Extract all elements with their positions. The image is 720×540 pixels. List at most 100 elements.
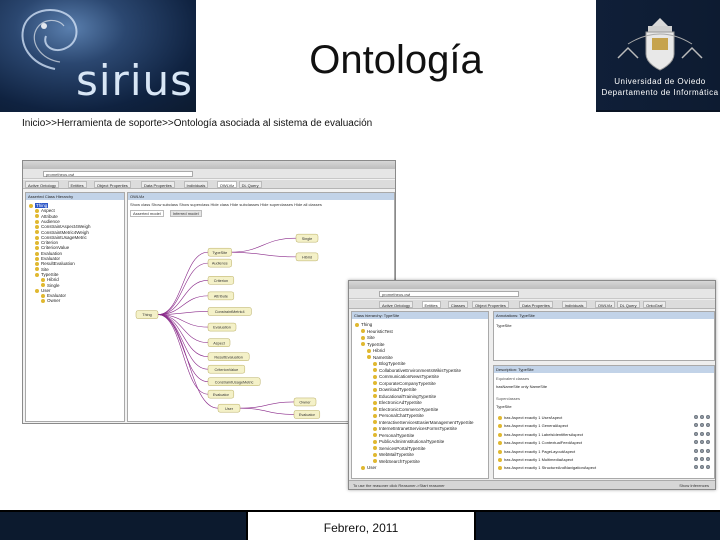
edit-icon[interactable] (706, 423, 710, 428)
tab-object-properties[interactable]: Object Properties (472, 301, 509, 308)
info-icon[interactable] (694, 431, 698, 436)
restriction-row[interactable]: has Aspect exactly 1 StructureAndNavigat… (496, 464, 712, 471)
tab-entities[interactable]: Entities (421, 301, 441, 308)
restriction-row[interactable]: has Aspect exactly 1 GeneralAspect (496, 422, 712, 429)
info-icon[interactable] (694, 440, 698, 445)
graph-node[interactable]: TypeSite (207, 247, 232, 257)
edit-icon[interactable] (706, 457, 710, 461)
tree-item[interactable]: ElectronicAdTypeSite (373, 400, 422, 406)
tab-dl-query[interactable]: DL Query (616, 301, 640, 308)
tree-item[interactable]: EducationalTrainingTypeSite (373, 394, 436, 400)
tree-item[interactable]: Hibrid (367, 348, 385, 354)
graph-node[interactable]: Thing (135, 310, 159, 319)
tree-item[interactable]: User (361, 465, 377, 471)
tab-individuals[interactable]: Individuals (561, 301, 587, 308)
graph-node[interactable]: User (217, 403, 241, 413)
tab-classes[interactable]: Classes (447, 301, 469, 308)
graph-node[interactable]: Criterion (207, 276, 235, 285)
restriction-row[interactable]: has Aspect exactly 1 UserAspect (496, 414, 712, 421)
tab-owlviz[interactable]: OWLViz (216, 181, 238, 188)
tree-item[interactable]: CorporateCompanyTypeSite (373, 381, 436, 387)
class-icon (498, 457, 502, 462)
info-icon[interactable] (694, 465, 698, 470)
delete-icon[interactable] (700, 440, 704, 445)
tree-item-label: Hibrid (373, 348, 385, 353)
graph-tab-asserted-model[interactable]: Asserted model (130, 210, 164, 217)
graph-node[interactable]: Single (295, 233, 319, 243)
graph-node[interactable]: CriterionValue (207, 364, 246, 374)
tree-item[interactable]: TypeSite (361, 342, 385, 348)
edit-icon[interactable] (706, 440, 710, 445)
edit-icon[interactable] (706, 431, 710, 436)
restriction-row[interactable]: has Aspect exactly 1 LabelsIdentifiersAs… (496, 431, 712, 438)
delete-icon[interactable] (700, 431, 704, 436)
delete-icon[interactable] (700, 415, 704, 419)
graph-node[interactable]: ConstraintUsageMetric (207, 377, 261, 386)
tree-item[interactable]: CommunicationNewsTypeSite (373, 374, 439, 380)
show-inferences-checkbox[interactable]: Show Inferences (679, 481, 709, 489)
info-icon[interactable] (694, 415, 698, 419)
url-field[interactable]: prometheus.owl (43, 171, 193, 177)
tab-entities[interactable]: Entities (67, 181, 87, 188)
tab-ontograf[interactable]: OntoGraf (643, 301, 666, 308)
edit-icon[interactable] (706, 415, 710, 419)
tree-item[interactable]: DownloadTypeSite (373, 387, 417, 393)
tree-item[interactable]: InternetIntranetServicesFormsTypeSite (373, 426, 457, 432)
delete-icon[interactable] (700, 465, 704, 470)
restriction-row[interactable]: has Aspect exactly 1 ContextualFeedAspec… (496, 439, 712, 446)
tree-item[interactable]: CollaborativeEnvironmentsWikisTypeSite (373, 368, 461, 374)
tab-owlviz[interactable]: OWLViz (594, 301, 616, 308)
tree-item-label: CriterionValue (41, 245, 70, 251)
tab-dl-query[interactable]: DL Query (238, 181, 262, 188)
tab-individuals[interactable]: Individuals (183, 181, 209, 188)
info-icon[interactable] (694, 457, 698, 461)
graph-node[interactable]: Owner (293, 397, 317, 407)
tree-item[interactable]: Site (361, 335, 375, 341)
tree-item[interactable]: ServicesPortalTypeSite (373, 446, 426, 452)
restriction-text: has Aspect exactly 1 UserAspect (504, 415, 563, 420)
info-icon[interactable] (694, 448, 698, 453)
tree-item[interactable]: PublicAdminInstitutionalTypeSite (373, 439, 444, 445)
graph-node[interactable]: Aspect (207, 338, 231, 347)
tree-item[interactable]: BlogTypeSite (373, 361, 406, 367)
superclass-value[interactable]: TypeSite (496, 403, 712, 410)
tab-active-ontology[interactable]: Active Ontology (379, 301, 414, 308)
restriction-row[interactable]: has Aspect exactly 1 MultimediaAspect (496, 456, 712, 463)
graph-node[interactable]: Evaluation (207, 322, 237, 332)
graph-node[interactable]: Attribute (207, 291, 235, 301)
graph-node[interactable]: Evaluator (207, 389, 235, 399)
restriction-row[interactable]: has Aspect exactly 1 PageLayoutAspect (496, 448, 712, 455)
graph-node[interactable]: ConstraintMetric4 (207, 307, 252, 316)
graph-tab-inferred-model[interactable]: Inferred model (169, 210, 202, 217)
graph-tabs[interactable]: Asserted model Inferred model (130, 210, 208, 217)
delete-icon[interactable] (700, 448, 704, 453)
info-icon[interactable] (694, 423, 698, 428)
graph-node[interactable]: Hibrid (295, 252, 319, 262)
graph-node[interactable]: Evaluator (293, 410, 321, 419)
edit-icon[interactable] (706, 465, 710, 470)
graph-node[interactable]: ResultEvaluation (207, 352, 250, 361)
tree-item[interactable]: InteractiveServicesEasierManagementTypeS… (373, 420, 474, 426)
url-field[interactable]: prometheus.owl (379, 291, 519, 297)
edit-icon[interactable] (706, 448, 710, 453)
tree-item[interactable]: Owner (41, 298, 60, 304)
equivalent-class-value[interactable]: hasNameSite only NameSite (496, 383, 712, 390)
graph-toolbar[interactable]: Show class Show subclass Show superclass… (130, 202, 322, 207)
tab-object-properties[interactable]: Object Properties (93, 181, 131, 188)
tree-item[interactable]: NameSite (367, 355, 393, 361)
tree-item[interactable]: PersonalChatTypeSite (373, 413, 424, 419)
tree-item-label: Evaluation (41, 250, 63, 256)
breadcrumb[interactable]: Inicio>>Herramienta de soporte>>Ontologí… (22, 118, 372, 129)
tree-item[interactable]: WebSearchTypeSite (373, 459, 420, 465)
tree-item[interactable]: PersonalTypeSite (373, 433, 414, 439)
tree-item[interactable]: WebMailTypeSite (373, 452, 414, 458)
tab-data-properties[interactable]: Data Properties (519, 301, 553, 308)
graph-node[interactable]: Audience (207, 258, 232, 268)
tab-data-properties[interactable]: Data Properties (141, 181, 175, 188)
tab-active-ontology[interactable]: Active Ontology (25, 181, 60, 188)
delete-icon[interactable] (700, 457, 704, 461)
tree-item[interactable]: ElectronicCommerceTypeSite (373, 407, 438, 413)
delete-icon[interactable] (700, 423, 704, 428)
tree-item[interactable]: Thing (355, 322, 372, 328)
tree-item[interactable]: HeuristicTest (361, 329, 393, 335)
